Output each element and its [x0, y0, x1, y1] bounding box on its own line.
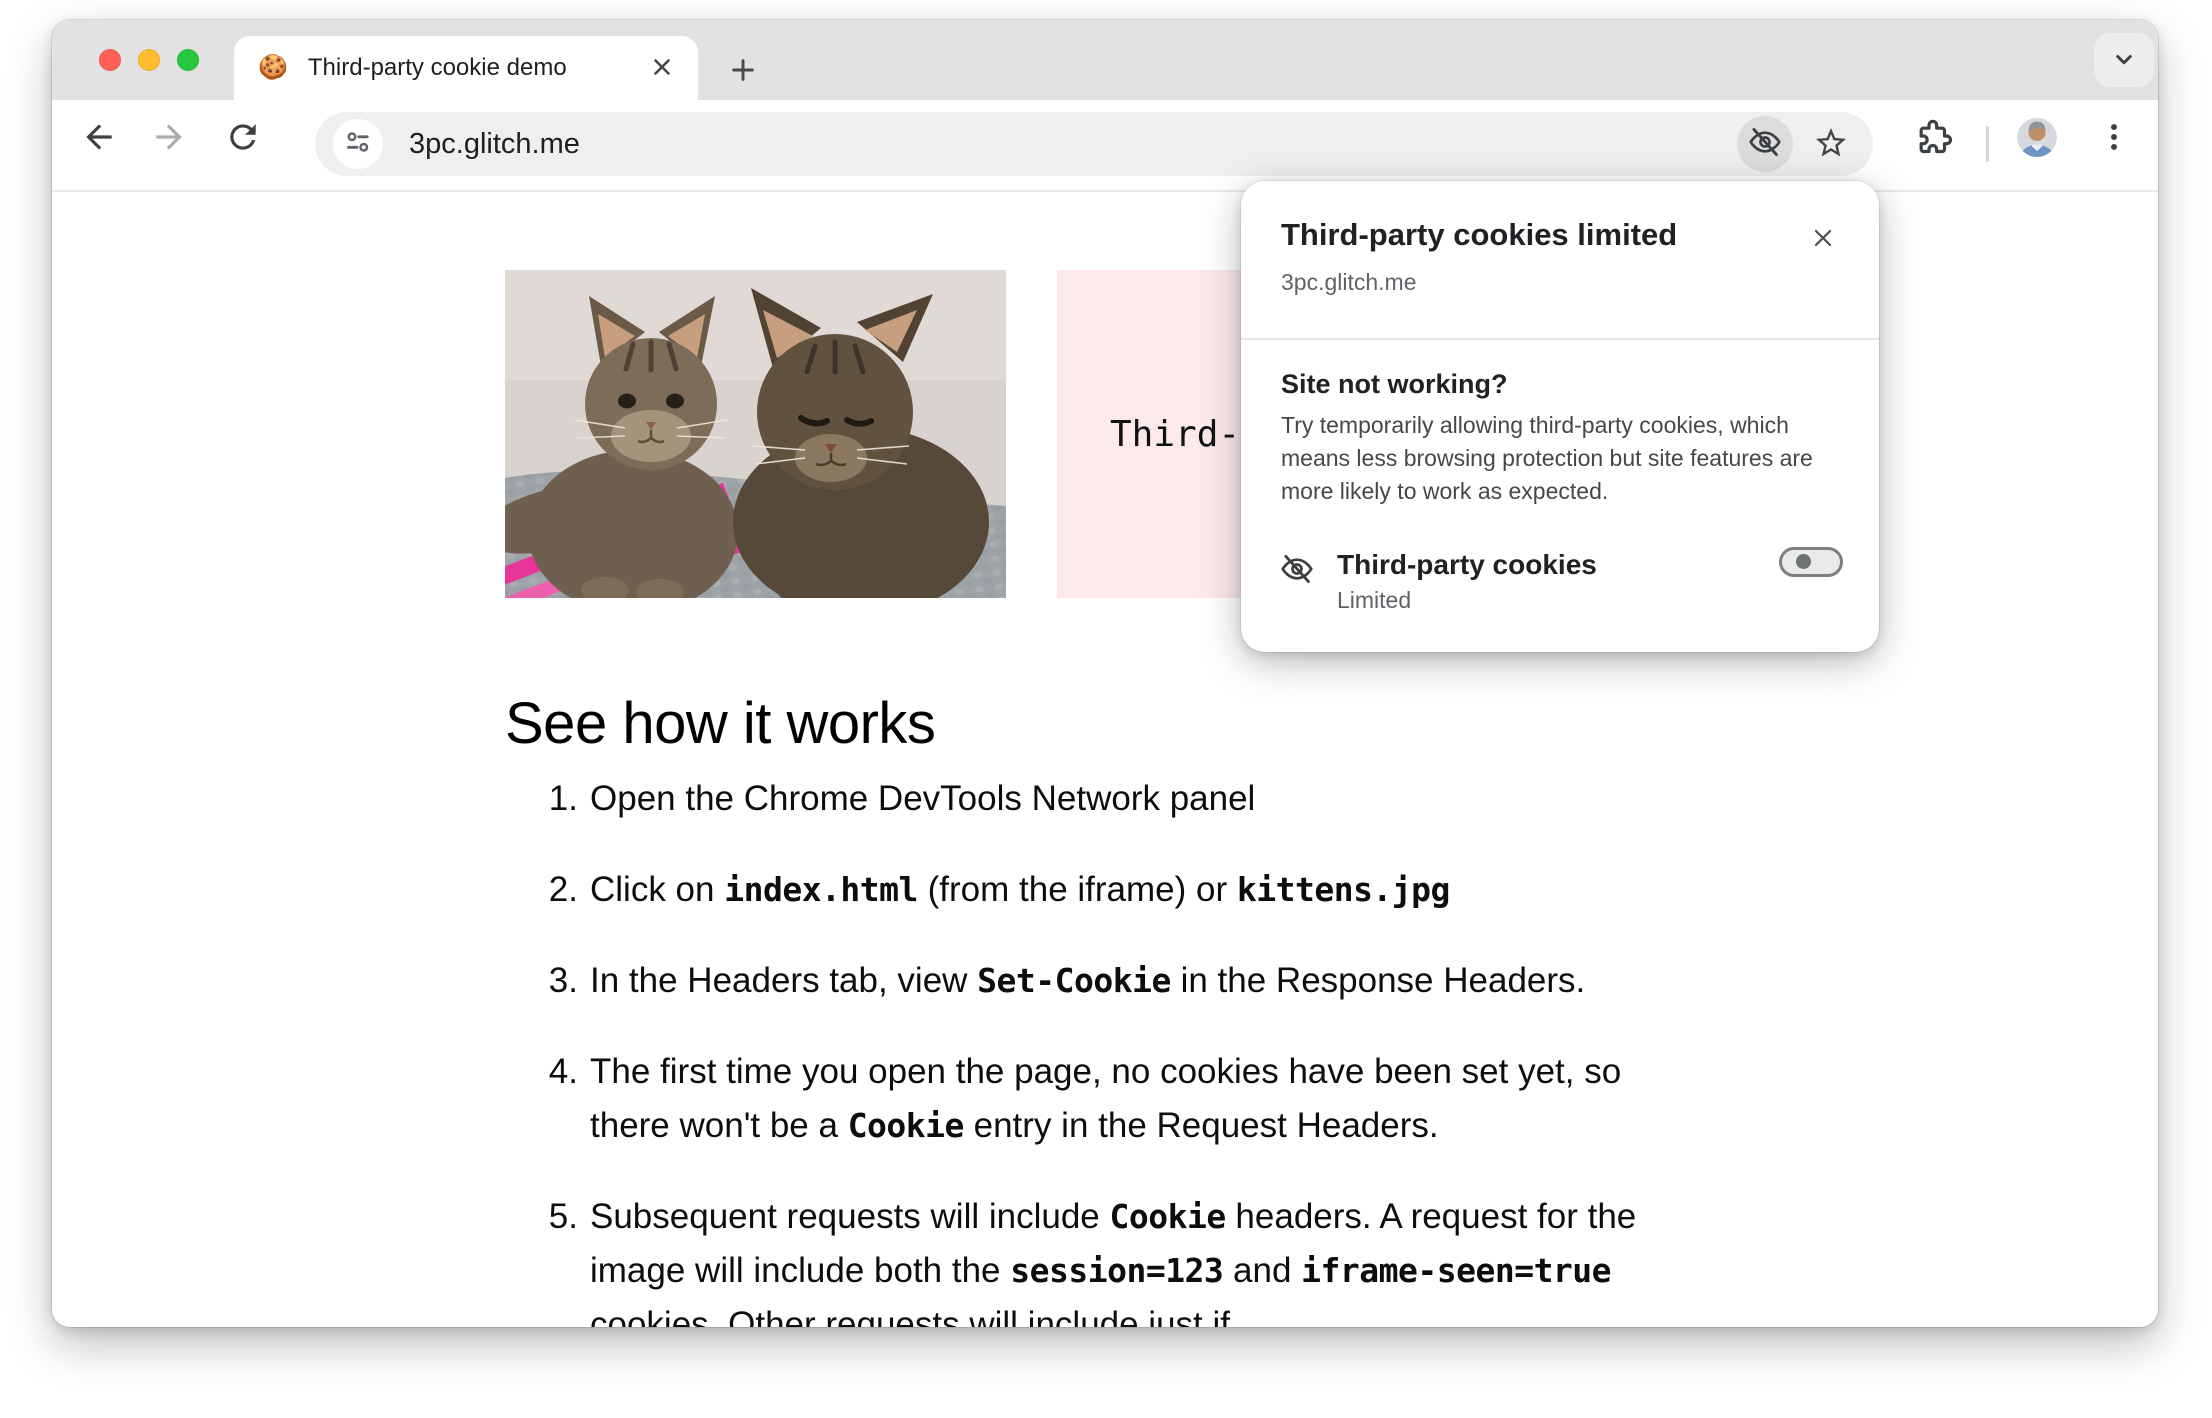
list-item-text: Subsequent requests will include Cookie …	[590, 1197, 1637, 1327]
toolbar-divider	[1986, 126, 1989, 162]
popup-close-button[interactable]	[1799, 215, 1847, 263]
page-title: See how it works	[505, 691, 936, 756]
tab-title: Third-party cookie demo	[307, 54, 567, 81]
back-button[interactable]	[71, 110, 127, 166]
list-item-text: In the Headers tab, view Set-Cookie in t…	[590, 961, 1586, 1000]
avatar-photo	[2017, 118, 2057, 158]
popup-site: 3pc.glitch.me	[1281, 269, 1417, 295]
puzzle-icon	[1913, 117, 1953, 160]
list-item-number: 4.	[548, 1052, 578, 1091]
reload-icon	[224, 118, 262, 159]
browser-menu-button[interactable]	[2086, 110, 2142, 166]
profile-avatar[interactable]	[2017, 118, 2057, 158]
forward-button[interactable]	[141, 110, 197, 166]
chevron-down-icon	[2109, 44, 2139, 77]
popup-section-title: Site not working?	[1281, 369, 1508, 399]
list-item-text: Open the Chrome DevTools Network panel	[590, 779, 1256, 818]
eye-off-icon	[1279, 551, 1315, 592]
window-zoom-button[interactable]	[177, 49, 199, 71]
steps-list: 1. Open the Chrome DevTools Network panel…	[518, 772, 1778, 1327]
cookie-favicon-icon: 🍪	[258, 54, 288, 81]
close-icon	[1810, 225, 1836, 254]
list-item-text: The first time you open the page, no coo…	[590, 1052, 1622, 1145]
browser-toolbar: 3pc.glitch.me	[52, 100, 2158, 192]
window-close-button[interactable]	[99, 49, 121, 71]
bookmark-button[interactable]	[1803, 116, 1859, 172]
new-tab-button[interactable]	[720, 48, 766, 94]
list-item-text: Click on index.html (from the iframe) or…	[590, 870, 1450, 909]
list-item-number: 5.	[548, 1197, 578, 1236]
kittens-image	[505, 270, 1006, 598]
list-item: 1. Open the Chrome DevTools Network panel	[518, 772, 1778, 826]
cookies-popup: Third-party cookies limited 3pc.glitch.m…	[1241, 181, 1879, 652]
three-dots-icon	[2097, 120, 2131, 157]
forward-arrow-icon	[150, 118, 188, 159]
toggle-status: Limited	[1337, 587, 1412, 613]
list-item-number: 3.	[548, 961, 578, 1000]
toggle-knob	[1796, 554, 1811, 569]
address-bar[interactable]: 3pc.glitch.me	[315, 112, 1873, 176]
tab-close-button[interactable]	[642, 48, 682, 88]
toggle-label: Third-party cookies	[1337, 549, 1597, 580]
desktop-background: 🍪 Third-party cookie demo 3pc.glitch.me …	[0, 0, 2212, 1418]
plus-icon	[727, 54, 759, 89]
popup-section-body: Try temporarily allowing third-party coo…	[1281, 412, 1813, 504]
window-minimize-button[interactable]	[138, 49, 160, 71]
reload-button[interactable]	[215, 110, 271, 166]
browser-tab[interactable]: 🍪 Third-party cookie demo	[234, 36, 698, 100]
tab-overview-button[interactable]	[2094, 33, 2154, 87]
site-settings-icon	[343, 127, 373, 162]
window-controls	[99, 49, 199, 71]
iframe-text: Third-	[1110, 413, 1241, 455]
third-party-cookies-indicator-button[interactable]	[1737, 116, 1793, 172]
popup-title: Third-party cookies limited	[1281, 217, 1678, 252]
site-info-button[interactable]	[333, 119, 383, 169]
back-arrow-icon	[80, 118, 118, 159]
list-item-number: 2.	[548, 870, 578, 909]
popup-divider	[1241, 338, 1879, 340]
eye-off-icon	[1747, 124, 1783, 165]
third-party-cookies-toggle[interactable]	[1779, 547, 1843, 577]
list-item-number: 1.	[548, 779, 578, 818]
list-item: 5. Subsequent requests will include Cooki…	[518, 1190, 1778, 1327]
star-icon	[1813, 125, 1849, 164]
close-icon	[649, 54, 675, 83]
url-text[interactable]: 3pc.glitch.me	[409, 128, 1737, 161]
list-item: 2. Click on index.html (from the iframe) …	[518, 863, 1778, 917]
list-item: 3. In the Headers tab, view Set-Cookie in…	[518, 954, 1778, 1008]
extensions-button[interactable]	[1905, 110, 1961, 166]
list-item: 4. The first time you open the page, no c…	[518, 1045, 1778, 1153]
tab-strip: 🍪 Third-party cookie demo	[52, 20, 2158, 100]
